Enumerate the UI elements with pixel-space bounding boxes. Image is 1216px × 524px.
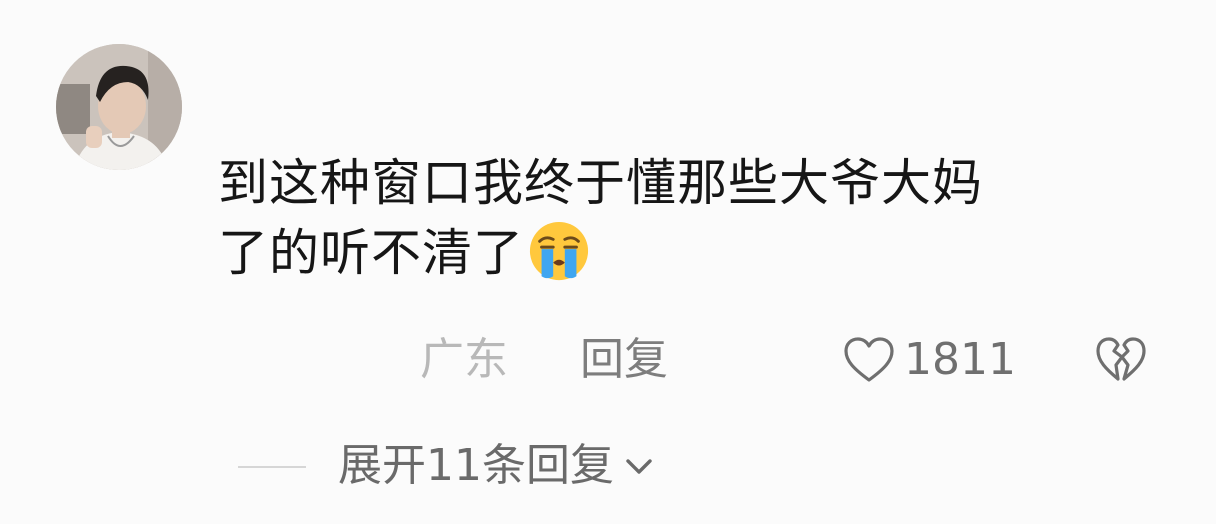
broken-heart-icon[interactable] [1094,335,1148,385]
expand-replies-label: 展开11条回复 [338,440,614,491]
avatar-image [56,44,182,170]
comment-line-2-text: 了的听不清了 [218,224,524,282]
comment-line-1: 到这种窗口我终于懂那些大爷大妈 [218,154,983,212]
expand-replies-button[interactable]: 展开11条回复 [338,436,656,496]
comment-line-2: 了的听不清了 [218,218,1138,288]
location-label: 广东 [420,334,508,385]
avatar[interactable] [56,44,182,170]
crying-face-emoji-icon [528,220,590,282]
comment-text: 到这种窗口我终于懂那些大爷大妈 了的听不清了 [218,148,1138,288]
like-count: 1811 [904,334,1016,385]
heart-outline-icon [844,337,894,382]
like-button[interactable]: 1811 [842,330,1016,390]
comment-item: 到这种窗口我终于懂那些大爷大妈 了的听不清了 广东 回复 1811 展开11条回… [0,0,1216,524]
expand-divider [238,466,306,468]
reply-button[interactable]: 回复 [580,330,668,390]
expand-replies-row: 展开11条回复 [0,436,1216,496]
comment-meta-row: 广东 回复 1811 [0,330,1216,390]
chevron-down-icon [626,459,652,474]
